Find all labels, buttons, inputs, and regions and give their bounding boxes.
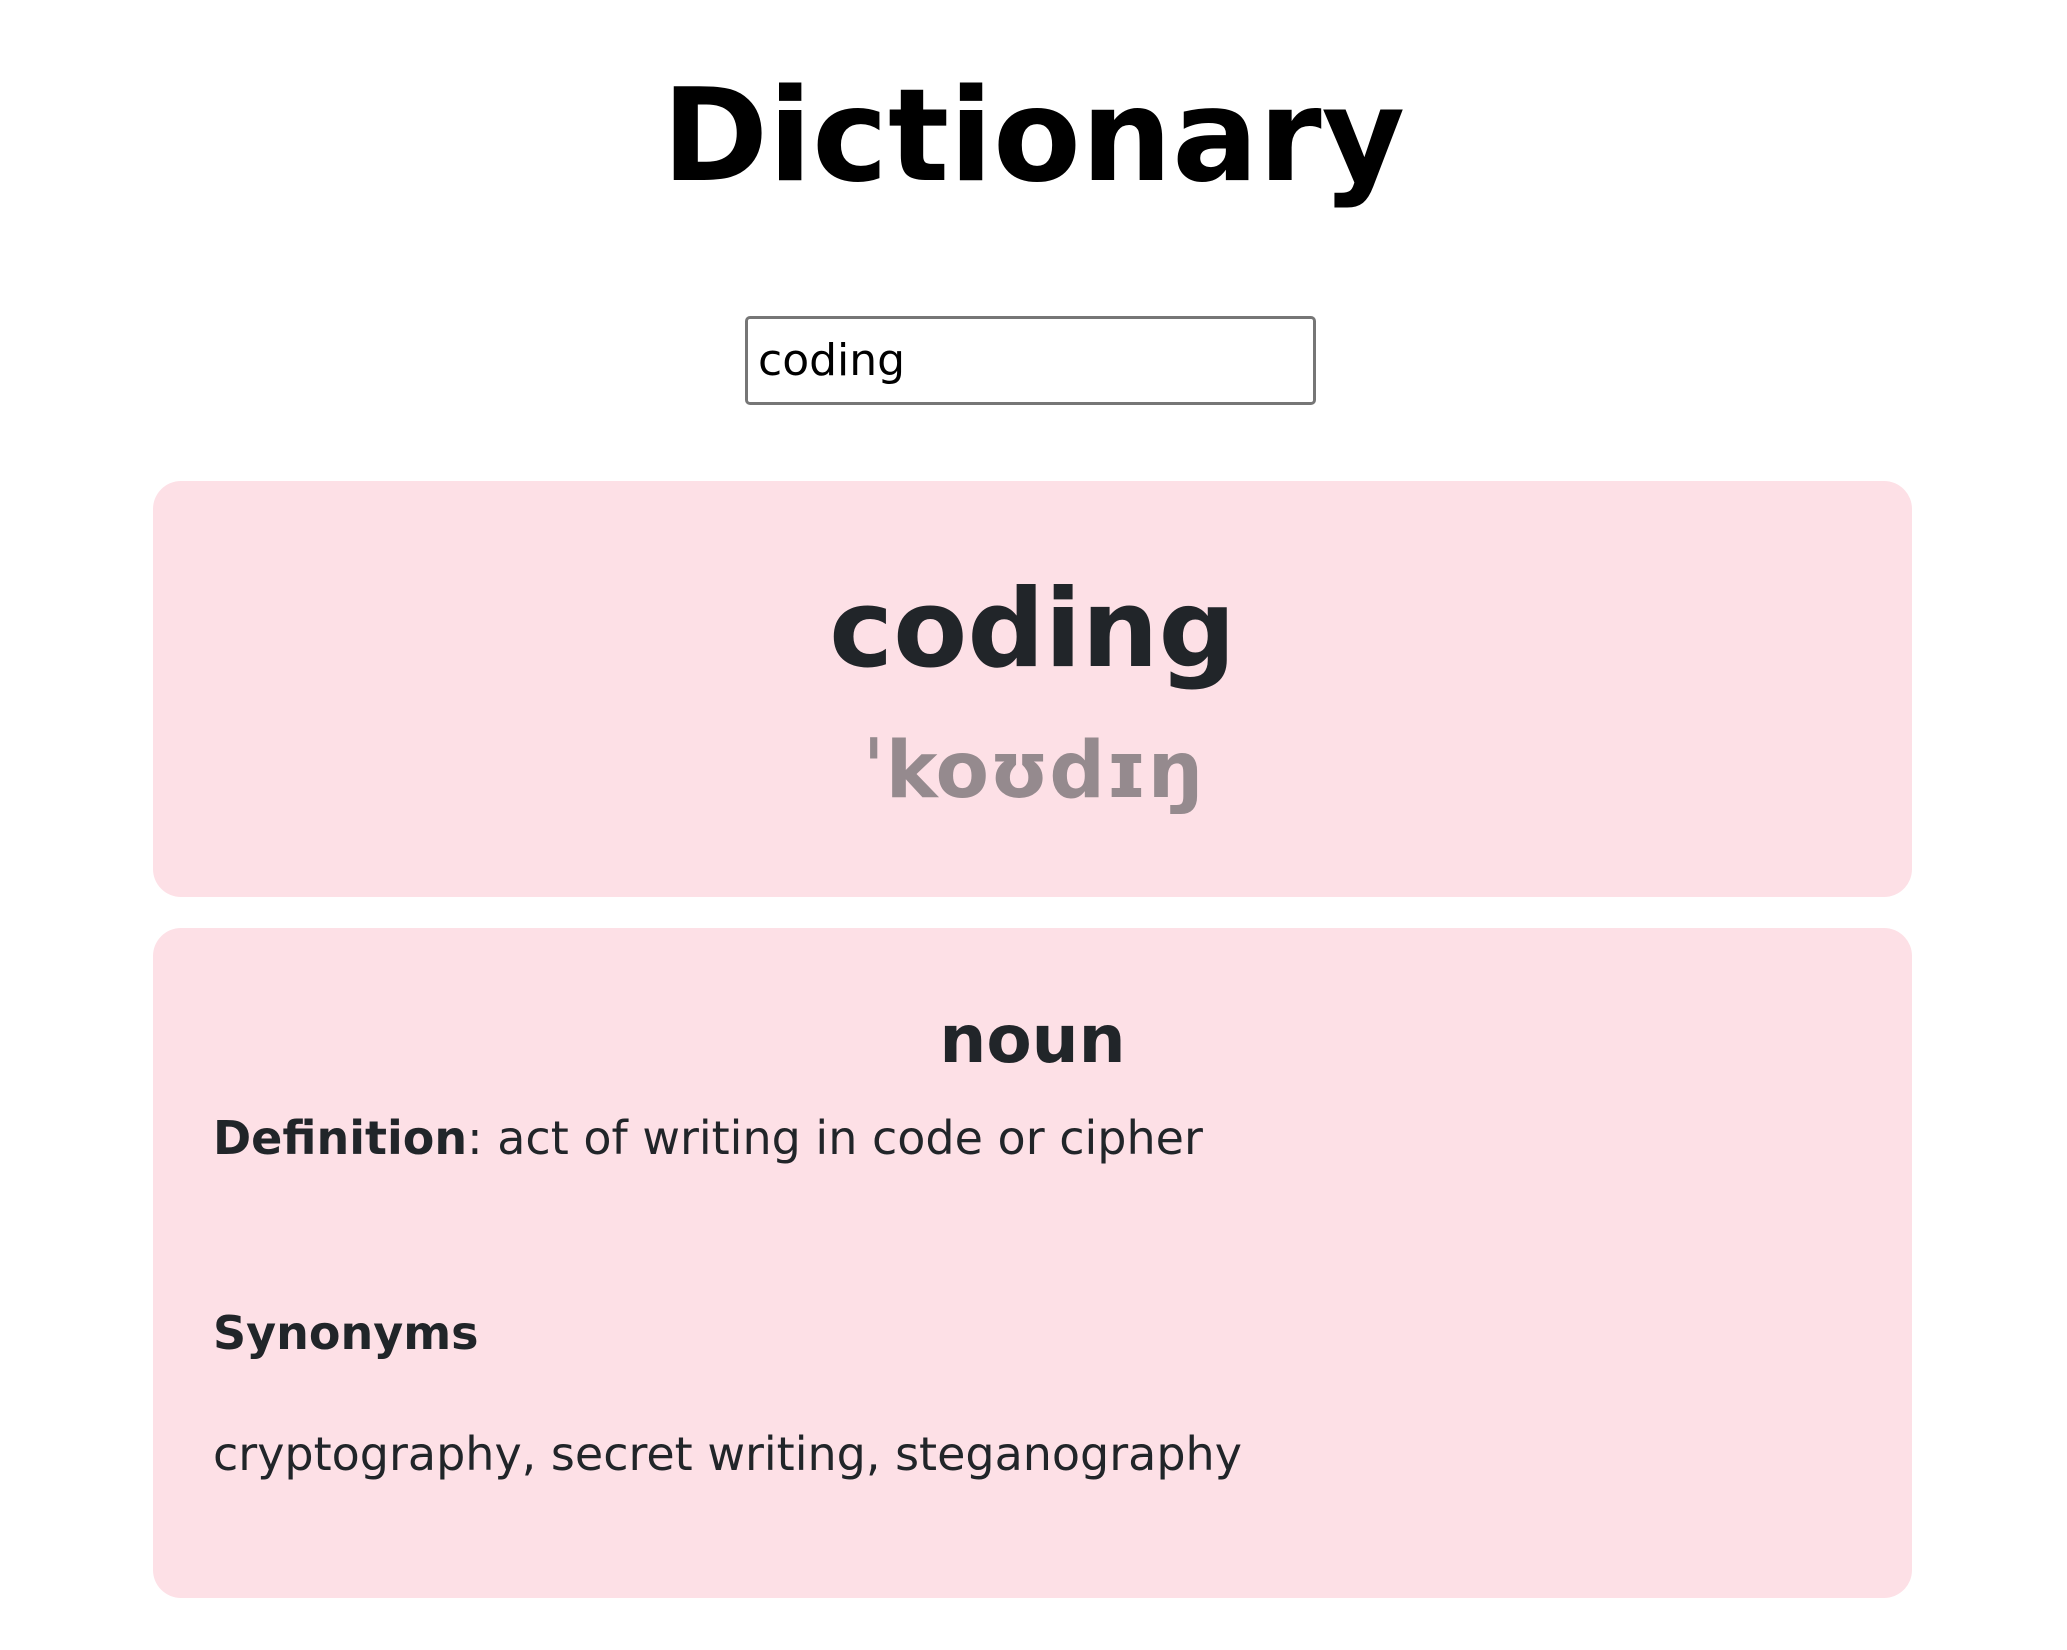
- definition: Definition: act of writing in code or ci…: [213, 1108, 1853, 1168]
- word-heading: coding: [829, 567, 1236, 692]
- definition-text: act of writing in code or cipher: [482, 1111, 1203, 1165]
- part-of-speech: noun: [939, 1001, 1126, 1078]
- definition-separator: :: [467, 1111, 483, 1165]
- definition-label: Definition: [213, 1111, 468, 1165]
- search-container: [745, 316, 1316, 405]
- page-title: Dictionary: [661, 62, 1406, 211]
- synonyms-list: cryptography, secret writing, steganogra…: [213, 1427, 1242, 1481]
- meaning-card: noun Definition: act of writing in code …: [153, 928, 1912, 1598]
- synonyms-heading: Synonyms: [213, 1306, 479, 1360]
- word-card: coding ˈkoʊdɪŋ: [153, 481, 1912, 897]
- phonetic-text: ˈkoʊdɪŋ: [861, 726, 1204, 816]
- search-input[interactable]: [745, 316, 1316, 405]
